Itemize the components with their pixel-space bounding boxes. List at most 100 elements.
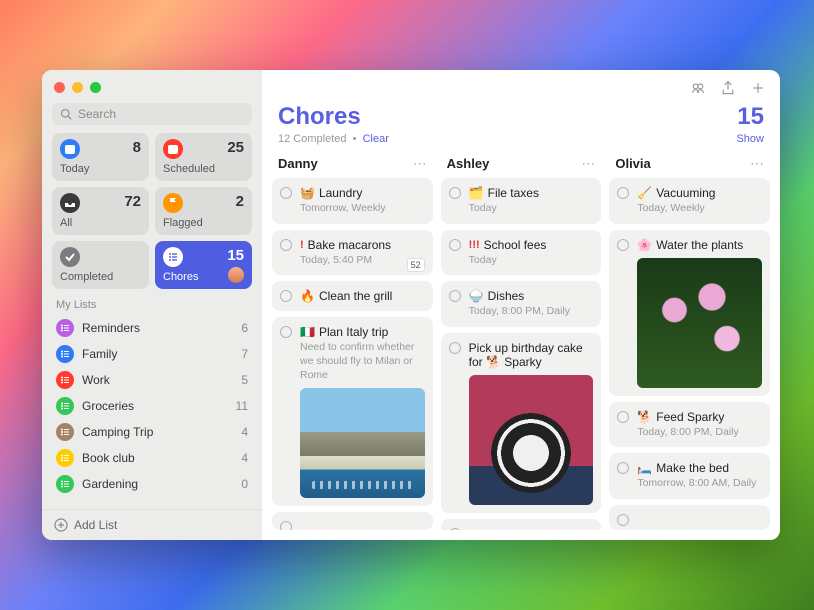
- complete-toggle[interactable]: [449, 528, 461, 530]
- reminder-card[interactable]: 🛏️ Make the bedTomorrow, 8:00 AM, Daily: [609, 453, 770, 499]
- sidebar-list-family[interactable]: Family7: [42, 341, 262, 367]
- complete-toggle[interactable]: [280, 521, 292, 530]
- new-reminder-placeholder[interactable]: [441, 519, 602, 530]
- complete-toggle[interactable]: [617, 187, 629, 199]
- collaborate-button[interactable]: [690, 80, 706, 101]
- list-count: 6: [241, 321, 248, 335]
- reminder-image: [637, 258, 762, 388]
- reminder-image: [300, 388, 425, 498]
- reminder-title: 🛏️ Make the bed: [637, 461, 762, 475]
- close-window-button[interactable]: [54, 82, 65, 93]
- smart-completed-label: Completed: [60, 271, 113, 283]
- sidebar-list-gardening[interactable]: Gardening0: [42, 471, 262, 497]
- list-count: 15: [737, 103, 764, 131]
- list-bullet-icon: [56, 397, 74, 415]
- complete-toggle[interactable]: [280, 239, 292, 251]
- reminder-card[interactable]: 🗂️ File taxesToday: [441, 178, 602, 224]
- reminder-emoji: 🛏️: [637, 461, 652, 475]
- reminder-subtitle: Today, 5:40 PM: [300, 254, 425, 268]
- list-icon: [163, 247, 183, 267]
- reminder-title: 🐕 Feed Sparky: [637, 410, 762, 424]
- smart-flagged-label: Flagged: [163, 217, 203, 229]
- column-more-button[interactable]: ⋯: [750, 155, 764, 172]
- reminder-card[interactable]: !!! School feesToday: [441, 230, 602, 276]
- complete-toggle[interactable]: [449, 290, 461, 302]
- reminder-title: 🧺 Laundry: [300, 186, 425, 200]
- reminder-card[interactable]: 🇮🇹 Plan Italy tripNeed to confirm whethe…: [272, 317, 433, 506]
- complete-toggle[interactable]: [617, 514, 629, 526]
- reminder-title: 🇮🇹 Plan Italy trip: [300, 325, 425, 339]
- reminder-card[interactable]: ! Bake macarons Today, 5:40 PM52: [272, 230, 433, 276]
- reminder-card[interactable]: 🧹 VacuumingToday, Weekly: [609, 178, 770, 224]
- clear-button[interactable]: Clear: [363, 133, 389, 145]
- sidebar-list-work[interactable]: Work5: [42, 367, 262, 393]
- smart-chores-label: Chores: [163, 271, 198, 283]
- smart-today[interactable]: 8 Today: [52, 133, 149, 181]
- smart-completed[interactable]: Completed: [52, 241, 149, 289]
- reminder-emoji: 🗂️: [469, 186, 484, 200]
- smart-all[interactable]: 72 All: [52, 187, 149, 235]
- calendar-icon: [60, 139, 80, 159]
- complete-toggle[interactable]: [449, 342, 461, 354]
- list-name: Family: [82, 347, 117, 361]
- list-name: Gardening: [82, 477, 138, 491]
- reminder-emoji: 🧹: [637, 186, 652, 200]
- column-more-button[interactable]: ⋯: [413, 155, 427, 172]
- reminder-title: Pick up birthday cake for 🐕 Sparky: [469, 341, 594, 369]
- reminder-card[interactable]: 🐕 Feed SparkyToday, 8:00 PM, Daily: [609, 402, 770, 448]
- sidebar-list-reminders[interactable]: Reminders 6: [42, 315, 262, 341]
- smart-list-grid: 8 Today 25 Scheduled 72 All 2 Flagged: [42, 133, 262, 289]
- smart-scheduled-count: 25: [227, 139, 244, 156]
- smart-flagged[interactable]: 2 Flagged: [155, 187, 252, 235]
- sidebar-list-groceries[interactable]: Groceries11: [42, 393, 262, 419]
- list-name: Book club: [82, 451, 135, 465]
- column-olivia: Olivia⋯🧹 VacuumingToday, Weekly🌸 Water t…: [609, 153, 770, 530]
- minimize-window-button[interactable]: [72, 82, 83, 93]
- share-button[interactable]: [720, 80, 736, 101]
- new-reminder-placeholder[interactable]: [272, 512, 433, 530]
- priority-indicator: !: [300, 239, 304, 251]
- tray-icon: [60, 193, 80, 213]
- smart-chores-count: 15: [227, 247, 244, 264]
- list-header: Chores 15: [262, 101, 780, 131]
- list-bullet-icon: [56, 345, 74, 363]
- search-input[interactable]: Search: [52, 103, 252, 125]
- reminder-card[interactable]: 🍚 DishesToday, 8:00 PM, Daily: [441, 281, 602, 327]
- app-window: Search 8 Today 25 Scheduled 72 All 2 Fla: [42, 70, 780, 540]
- my-lists: Reminders 6 Family7Work5Groceries11Camping…: [42, 315, 262, 497]
- complete-toggle[interactable]: [617, 462, 629, 474]
- complete-toggle[interactable]: [280, 326, 292, 338]
- list-count: 4: [241, 451, 248, 465]
- plus-circle-icon: [54, 518, 68, 532]
- show-button[interactable]: Show: [736, 133, 764, 145]
- complete-toggle[interactable]: [280, 187, 292, 199]
- reminder-card[interactable]: 🌸 Water the plants: [609, 230, 770, 396]
- complete-toggle[interactable]: [617, 239, 629, 251]
- column-more-button[interactable]: ⋯: [581, 155, 595, 172]
- complete-toggle[interactable]: [280, 290, 292, 302]
- new-reminder-placeholder[interactable]: [609, 505, 770, 530]
- add-list-button[interactable]: Add List: [42, 509, 262, 540]
- list-name: Reminders: [82, 321, 140, 335]
- reminder-title: ! Bake macarons: [300, 238, 425, 252]
- smart-chores[interactable]: 15 Chores: [155, 241, 252, 289]
- zoom-window-button[interactable]: [90, 82, 101, 93]
- complete-toggle[interactable]: [449, 187, 461, 199]
- sidebar-list-book-club[interactable]: Book club 4: [42, 445, 262, 471]
- smart-scheduled[interactable]: 25 Scheduled: [155, 133, 252, 181]
- reminder-subtitle: Today, 8:00 PM, Daily: [469, 305, 594, 319]
- list-count: 5: [241, 373, 248, 387]
- complete-toggle[interactable]: [617, 411, 629, 423]
- add-reminder-button[interactable]: [750, 80, 766, 101]
- sidebar-list-camping-trip[interactable]: Camping Trip4: [42, 419, 262, 445]
- window-controls: [42, 70, 262, 99]
- list-bullet-icon: [56, 319, 74, 337]
- week-badge: 52: [407, 258, 425, 272]
- reminder-card[interactable]: 🔥 Clean the grill: [272, 281, 433, 311]
- reminder-card[interactable]: 🧺 LaundryTomorrow, Weekly: [272, 178, 433, 224]
- complete-toggle[interactable]: [449, 239, 461, 251]
- reminder-emoji: 🐕: [637, 410, 652, 424]
- reminder-card[interactable]: Pick up birthday cake for 🐕 Sparky: [441, 333, 602, 513]
- column-title: Danny: [278, 156, 318, 171]
- reminder-subtitle: Today: [469, 254, 594, 268]
